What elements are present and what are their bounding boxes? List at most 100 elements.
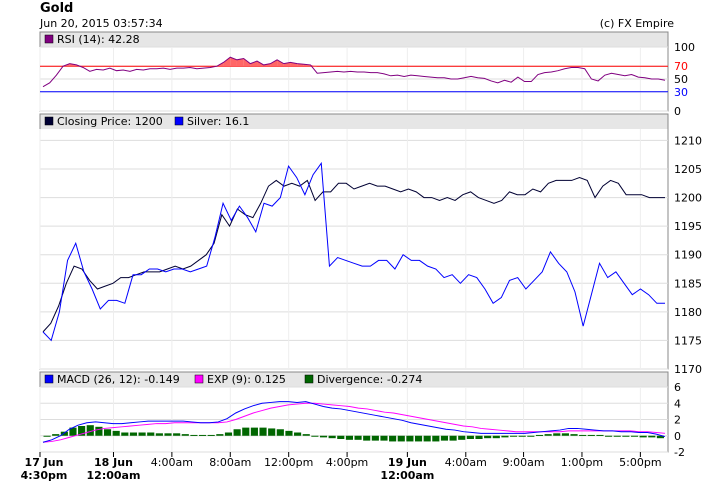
y-tick-label: 1200 — [674, 192, 702, 205]
divergence-bar — [181, 434, 189, 436]
y-tick-label: 1175 — [674, 334, 702, 347]
divergence-bar — [561, 433, 569, 436]
divergence-bar — [199, 434, 207, 436]
divergence-bar — [103, 429, 112, 436]
y-tick-label: 1205 — [674, 163, 702, 176]
divergence-bar — [414, 435, 423, 442]
legend-rsi: RSI (14): 42.28 — [57, 33, 140, 46]
x-tick-sublabel: 4:30pm — [21, 469, 68, 482]
divergence-bar — [155, 433, 163, 436]
divergence-bar — [371, 435, 379, 441]
divergence-bar — [587, 434, 595, 436]
legend-silver: Silver: 16.1 — [187, 115, 249, 128]
divergence-bar — [276, 429, 284, 436]
divergence-bar — [397, 435, 405, 442]
silver-line — [42, 161, 665, 342]
divergence-bar — [380, 435, 388, 441]
legend-swatch — [174, 116, 184, 126]
legend-macd: MACD (26, 12): -0.149 — [57, 373, 180, 386]
divergence-bar — [129, 432, 138, 436]
divergence-bar — [121, 432, 129, 436]
divergence-bar — [484, 435, 492, 439]
divergence-bar — [475, 435, 483, 439]
divergence-bar — [190, 434, 198, 436]
divergence-bar — [52, 434, 60, 436]
legend-swatch — [44, 116, 54, 126]
divergence-bar — [440, 435, 449, 441]
divergence-bar — [406, 435, 414, 442]
y-tick-label: 1210 — [674, 134, 702, 147]
divergence-bar — [302, 434, 310, 436]
divergence-bar — [553, 433, 561, 436]
divergence-bar — [389, 435, 397, 442]
divergence-bar — [43, 435, 51, 437]
divergence-bar — [207, 434, 215, 436]
legend-swatch — [44, 374, 54, 384]
x-tick-label: 17 Jun — [25, 456, 64, 469]
divergence-bar — [449, 435, 457, 441]
divergence-bar — [613, 435, 621, 437]
divergence-bar — [268, 428, 276, 436]
divergence-bar — [363, 435, 371, 441]
divergence-bar — [250, 427, 258, 436]
divergence-bar — [147, 432, 155, 436]
divergence-bar — [224, 432, 233, 436]
divergence-bar — [319, 435, 328, 438]
divergence-bar — [466, 435, 474, 439]
divergence-bar — [311, 435, 319, 437]
divergence-bar — [337, 435, 345, 439]
divergence-bar — [233, 429, 241, 436]
divergence-bar — [216, 434, 224, 436]
divergence-bar — [354, 435, 362, 440]
x-tick-label: 8:00am — [209, 456, 251, 469]
divergence-bar — [294, 432, 302, 436]
divergence-bar — [138, 432, 146, 436]
divergence-bar — [570, 434, 578, 436]
y-tick-label: 4 — [674, 397, 681, 410]
exp-line — [42, 402, 666, 443]
x-tick-sublabel: 12:00am — [87, 469, 141, 482]
x-tick-label: 4:00am — [151, 456, 193, 469]
y-tick-label: -2 — [674, 446, 685, 459]
divergence-bar — [492, 435, 500, 439]
divergence-bar — [518, 435, 526, 437]
y-tick-label: 0 — [674, 105, 681, 118]
y-tick-label: 6 — [674, 381, 681, 394]
legend-exp: EXP (9): 0.125 — [207, 373, 286, 386]
y-tick-label: 50 — [674, 73, 688, 86]
divergence-bar — [535, 434, 544, 436]
divergence-bar — [112, 430, 120, 436]
y-tick-label: 1185 — [674, 277, 702, 290]
x-tick-label: 18 Jun — [94, 456, 133, 469]
divergence-bar — [328, 435, 336, 439]
divergence-bar — [622, 435, 630, 437]
divergence-bar — [164, 433, 172, 436]
x-tick-label: 19 Jun — [388, 456, 427, 469]
rsi-line — [42, 56, 666, 88]
legend-closing-price: Closing Price: 1200 — [57, 115, 163, 128]
y-tick-label: 0 — [674, 430, 681, 443]
divergence-bar — [648, 435, 656, 438]
divergence-bar — [639, 435, 647, 438]
x-tick-label: 9:00am — [502, 456, 544, 469]
divergence-bar — [630, 435, 639, 437]
divergence-bar — [458, 435, 466, 440]
y-tick-label: 100 — [674, 41, 695, 54]
divergence-bar — [432, 435, 440, 442]
divergence-bar — [423, 435, 431, 442]
y-tick-label: 1180 — [674, 306, 702, 319]
y-tick-label: 70 — [674, 60, 688, 73]
divergence-bar — [579, 434, 587, 436]
divergence-bar — [173, 433, 181, 436]
y-tick-label: 1190 — [674, 249, 702, 262]
divergence-bar — [95, 426, 103, 436]
divergence-bar — [285, 430, 293, 436]
y-tick-label: 1170 — [674, 363, 702, 376]
divergence-bar — [259, 427, 267, 436]
x-tick-label: 12:00pm — [264, 456, 313, 469]
y-tick-label: 1195 — [674, 220, 702, 233]
x-tick-label: 4:00pm — [326, 456, 368, 469]
panel-2-frame — [39, 113, 669, 370]
divergence-bar — [605, 435, 613, 437]
x-tick-sublabel: 12:00am — [380, 469, 434, 482]
